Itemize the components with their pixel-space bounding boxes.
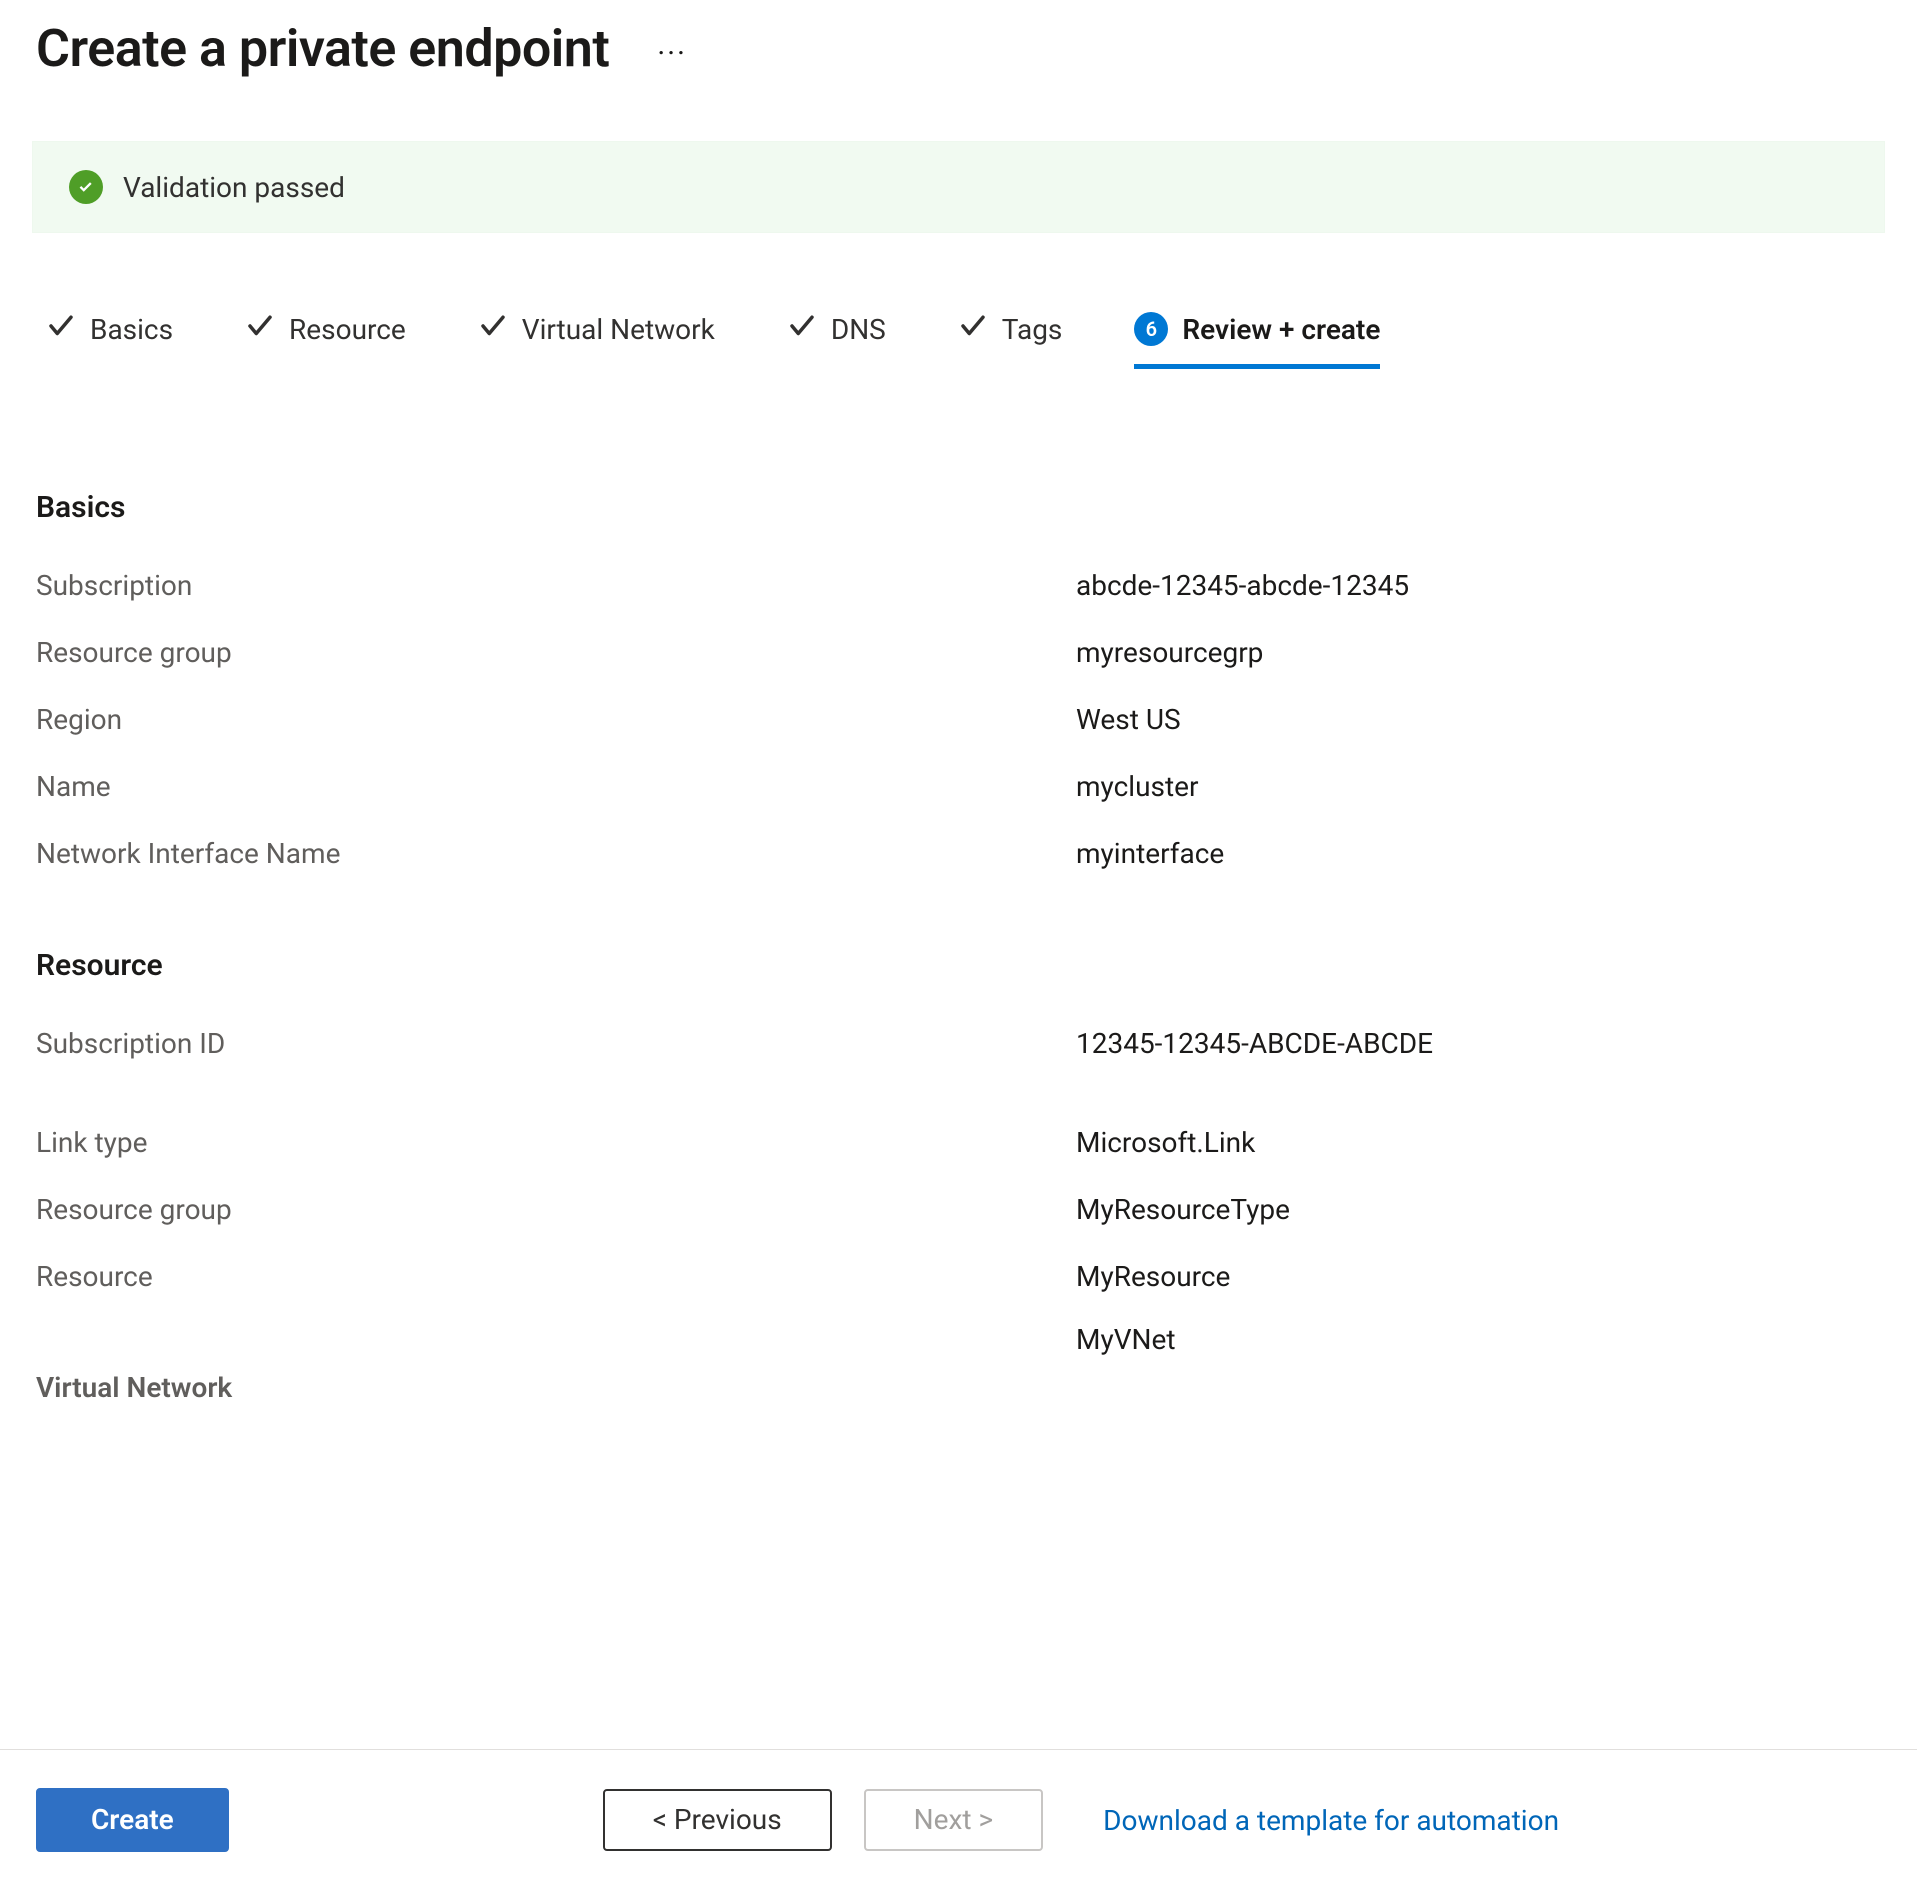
value-region: West US (1076, 703, 1181, 736)
value-subscription: abcde-12345-abcde-12345 (1076, 569, 1409, 602)
row-nic-name: Network Interface Name myinterface (36, 837, 1881, 870)
tab-label: Virtual Network (522, 313, 715, 346)
tab-dns[interactable]: DNS (787, 311, 886, 370)
check-icon (787, 311, 817, 348)
page-header: Create a private endpoint ... (36, 18, 1881, 79)
tab-label: Resource (289, 313, 406, 346)
value-resource: MyResource (1076, 1260, 1230, 1293)
download-template-link[interactable]: Download a template for automation (1103, 1804, 1559, 1837)
value-resource-group-2: MyResourceType (1076, 1193, 1290, 1226)
row-region: Region West US (36, 703, 1881, 736)
check-icon (46, 311, 76, 348)
previous-button[interactable]: < Previous (603, 1789, 832, 1851)
row-resource-group-2: Resource group MyResourceType (36, 1193, 1881, 1226)
tab-review-create[interactable]: 6 Review + create (1134, 312, 1380, 369)
check-icon (958, 311, 988, 348)
ellipsis-icon[interactable]: ... (657, 27, 687, 62)
row-resource-group: Resource group myresourcegrp (36, 636, 1881, 669)
value-resource-group: myresourcegrp (1076, 636, 1263, 669)
label-link-type: Link type (36, 1126, 1076, 1159)
label-resource-group-2: Resource group (36, 1193, 1076, 1226)
value-nic-name: myinterface (1076, 837, 1224, 870)
value-link-type: Microsoft.Link (1076, 1126, 1255, 1159)
value-name: mycluster (1076, 770, 1198, 803)
wizard-footer: Create < Previous Next > Download a temp… (0, 1749, 1917, 1890)
wizard-tabs: Basics Resource Virtual Network DNS Tags… (36, 311, 1881, 370)
tab-label: Review + create (1182, 313, 1380, 346)
row-resource: Resource MyResource (36, 1260, 1881, 1293)
label-name: Name (36, 770, 1076, 803)
label-region: Region (36, 703, 1076, 736)
check-icon (478, 311, 508, 348)
section-title-resource: Resource (36, 948, 1881, 983)
value-vnet: MyVNet (1076, 1323, 1176, 1356)
label-resource-group: Resource group (36, 636, 1076, 669)
tab-basics[interactable]: Basics (46, 311, 173, 370)
section-basics: Basics Subscription abcde-12345-abcde-12… (36, 490, 1881, 870)
validation-text: Validation passed (123, 171, 345, 204)
step-number-badge: 6 (1134, 312, 1168, 346)
tab-label: DNS (831, 313, 886, 346)
section-virtual-network: Virtual Network MyVNet (36, 1371, 1881, 1404)
row-name: Name mycluster (36, 770, 1881, 803)
label-resource: Resource (36, 1260, 1076, 1293)
validation-banner: Validation passed (32, 141, 1885, 233)
page-title: Create a private endpoint (36, 18, 609, 79)
label-subscription: Subscription (36, 569, 1076, 602)
tab-label: Basics (90, 313, 173, 346)
section-resource: Resource Subscription ID 12345-12345-ABC… (36, 948, 1881, 1293)
tab-label: Tags (1002, 313, 1063, 346)
section-title-virtual-network: Virtual Network (36, 1371, 1076, 1404)
row-subscription: Subscription abcde-12345-abcde-12345 (36, 569, 1881, 602)
create-button[interactable]: Create (36, 1788, 229, 1852)
check-circle-icon (69, 170, 103, 204)
tab-virtual-network[interactable]: Virtual Network (478, 311, 715, 370)
label-nic-name: Network Interface Name (36, 837, 1076, 870)
section-title-basics: Basics (36, 490, 1881, 525)
next-button: Next > (864, 1789, 1043, 1851)
label-subscription-id: Subscription ID (36, 1027, 1076, 1060)
row-subscription-id: Subscription ID 12345-12345-ABCDE-ABCDE (36, 1027, 1881, 1060)
tab-tags[interactable]: Tags (958, 311, 1063, 370)
row-vnet: Virtual Network MyVNet (36, 1371, 1881, 1404)
value-subscription-id: 12345-12345-ABCDE-ABCDE (1076, 1027, 1433, 1060)
row-link-type: Link type Microsoft.Link (36, 1126, 1881, 1159)
tab-resource[interactable]: Resource (245, 311, 406, 370)
check-icon (245, 311, 275, 348)
